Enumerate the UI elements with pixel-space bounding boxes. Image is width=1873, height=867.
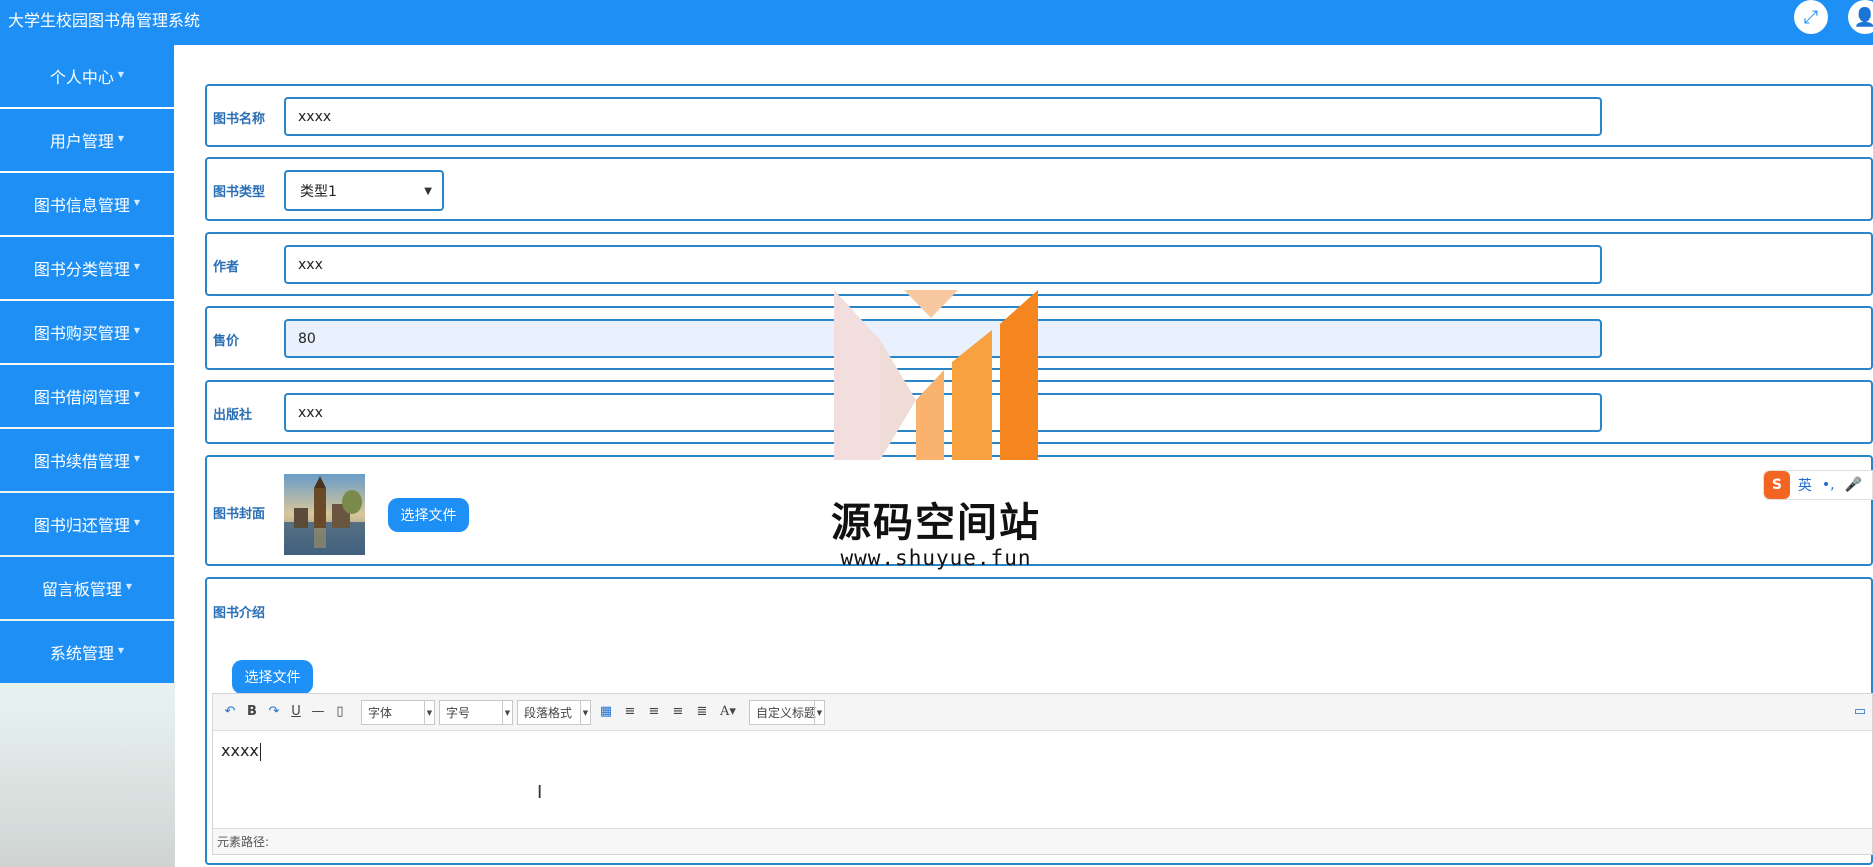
intro-label: 图书介绍: [213, 606, 266, 621]
book-type-label: 图书类型: [213, 185, 266, 200]
sidebar-item-label: 图书借阅管理: [33, 388, 130, 407]
undo-icon[interactable]: ↶: [221, 702, 239, 720]
publisher-label: 出版社: [213, 408, 253, 423]
intro-choose-file-button[interactable]: 选择文件: [232, 660, 313, 694]
align-justify-icon[interactable]: ≣: [693, 702, 711, 720]
watermark-logo: [834, 290, 1038, 460]
editor-toolbar: ↶ B ↷ U — ▯ 字体 ▼ 字号 ▼ 段落格式 ▼ ▦ ≡ ≡ ≡ ≣ A▾ 自…: [213, 694, 1872, 731]
sidebar-item-label: 图书分类管理: [33, 260, 130, 279]
align-center-icon[interactable]: ≡: [669, 702, 687, 720]
text-cursor-icon: I: [537, 782, 543, 803]
watermark-name: 源码空间站: [831, 500, 1041, 546]
caret-down-icon: ▼: [117, 133, 125, 143]
chevron-down-icon: ▼: [424, 186, 432, 197]
caret-down-icon: ▼: [133, 197, 141, 207]
sidebar-item-book-purchase[interactable]: 图书购买管理 ▼: [0, 301, 174, 363]
price-label: 售价: [213, 334, 240, 349]
editor-statusbar: 元素路径:: [213, 828, 1872, 854]
sidebar-item-label: 图书购买管理: [33, 324, 130, 343]
form-row-price: 售价 80: [205, 306, 1873, 370]
sidebar-item-system-management[interactable]: 系统管理 ▼: [0, 621, 174, 683]
custom-title-select[interactable]: 自定义标题 ▼: [749, 700, 825, 725]
sidebar-item-book-borrow[interactable]: 图书借阅管理 ▼: [0, 365, 174, 427]
sidebar-item-book-return[interactable]: 图书归还管理 ▼: [0, 493, 174, 555]
redo-icon[interactable]: ↷: [265, 702, 283, 720]
align-left-icon[interactable]: ≡: [621, 702, 639, 720]
chevron-down-icon: ▼: [502, 701, 512, 724]
sidebar-item-label: 图书信息管理: [33, 196, 130, 215]
sidebar-item-label: 个人中心: [49, 68, 114, 87]
sidebar: 个人中心 ▼ 用户管理 ▼ 图书信息管理 ▼ 图书分类管理 ▼ 图书购买管理 ▼ 图书借阅…: [0, 45, 175, 867]
text-caret: [259, 742, 261, 761]
ime-toolbar[interactable]: S 英 •, 🎤: [1763, 470, 1873, 500]
element-path-label: 元素路径:: [217, 835, 270, 849]
author-input[interactable]: xxx: [284, 245, 1602, 284]
sidebar-item-label: 系统管理: [49, 644, 114, 663]
book-name-label: 图书名称: [213, 112, 266, 127]
top-header: 大学生校园图书角管理系统 ⤢ 👤: [0, 0, 1873, 45]
editor-content-text: xxxx: [221, 741, 259, 760]
bold-icon[interactable]: B: [243, 702, 261, 720]
form-row-author: 作者 xxx: [205, 232, 1873, 296]
sidebar-item-label: 图书归还管理: [33, 516, 130, 535]
book-type-selected-value: 类型1: [300, 183, 337, 200]
cover-choose-file-button[interactable]: 选择文件: [388, 498, 469, 532]
sidebar-item-label: 留言板管理: [41, 580, 122, 599]
caret-down-icon: ▼: [125, 581, 133, 591]
author-label: 作者: [213, 260, 240, 275]
horizontal-rule-icon[interactable]: —: [309, 702, 327, 720]
fullscreen-icon[interactable]: ▭: [1851, 702, 1869, 720]
cover-thumbnail: [284, 474, 365, 555]
caret-down-icon: ▼: [133, 453, 141, 463]
sidebar-item-book-renew[interactable]: 图书续借管理 ▼: [0, 429, 174, 491]
align-right-icon[interactable]: ≡: [645, 702, 663, 720]
cover-label: 图书封面: [213, 507, 266, 522]
microphone-icon[interactable]: 🎤: [1845, 477, 1862, 493]
caret-down-icon: ▼: [133, 389, 141, 399]
book-type-select[interactable]: 类型1 ▼: [284, 170, 444, 211]
font-family-select[interactable]: 字体 ▼: [361, 700, 435, 725]
font-family-value: 字体: [368, 706, 393, 720]
chevron-down-icon: ▼: [814, 701, 824, 724]
chevron-down-icon: ▼: [424, 701, 434, 724]
font-size-select[interactable]: 字号 ▼: [439, 700, 513, 725]
custom-title-value: 自定义标题: [756, 706, 817, 720]
sogou-logo-icon: S: [1764, 471, 1790, 499]
sidebar-item-label: 图书续借管理: [33, 452, 130, 471]
form-row-book-type: 图书类型 类型1 ▼: [205, 157, 1873, 221]
editor-content[interactable]: xxxx: [221, 741, 261, 761]
font-color-icon[interactable]: A▾: [719, 702, 737, 720]
sidebar-item-label: 用户管理: [49, 132, 114, 151]
caret-down-icon: ▼: [133, 517, 141, 527]
table-icon[interactable]: ▦: [597, 702, 615, 720]
ime-language-toggle[interactable]: 英: [1798, 475, 1812, 495]
sidebar-item-user-management[interactable]: 用户管理 ▼: [0, 109, 174, 171]
underline-icon[interactable]: U: [287, 702, 305, 720]
font-size-value: 字号: [446, 706, 471, 720]
caret-down-icon: ▼: [133, 261, 141, 271]
form-row-publisher: 出版社 xxx: [205, 380, 1873, 444]
caret-down-icon: ▼: [117, 645, 125, 655]
sidebar-item-book-info[interactable]: 图书信息管理 ▼: [0, 173, 174, 235]
form-row-book-name: 图书名称 xxxx: [205, 84, 1873, 147]
app-title: 大学生校园图书角管理系统: [8, 11, 201, 30]
sidebar-item-message-board[interactable]: 留言板管理 ▼: [0, 557, 174, 619]
chevron-down-icon: ▼: [580, 701, 590, 724]
ime-punctuation-toggle[interactable]: •,: [1822, 477, 1835, 493]
rich-text-editor: ↶ B ↷ U — ▯ 字体 ▼ 字号 ▼ 段落格式 ▼ ▦ ≡ ≡ ≡ ≣ A▾ 自…: [212, 693, 1873, 855]
expand-icon[interactable]: ⤢: [1794, 0, 1828, 34]
user-icon[interactable]: 👤: [1848, 0, 1873, 34]
document-icon[interactable]: ▯: [331, 702, 349, 720]
caret-down-icon: ▼: [133, 325, 141, 335]
sidebar-item-book-category[interactable]: 图书分类管理 ▼: [0, 237, 174, 299]
caret-down-icon: ▼: [117, 69, 125, 79]
paragraph-format-value: 段落格式: [524, 706, 573, 720]
sidebar-item-personal-center[interactable]: 个人中心 ▼: [0, 45, 174, 107]
watermark-url: www.shuyue.fun: [840, 546, 1032, 570]
paragraph-format-select[interactable]: 段落格式 ▼: [517, 700, 591, 725]
book-name-input[interactable]: xxxx: [284, 97, 1602, 136]
